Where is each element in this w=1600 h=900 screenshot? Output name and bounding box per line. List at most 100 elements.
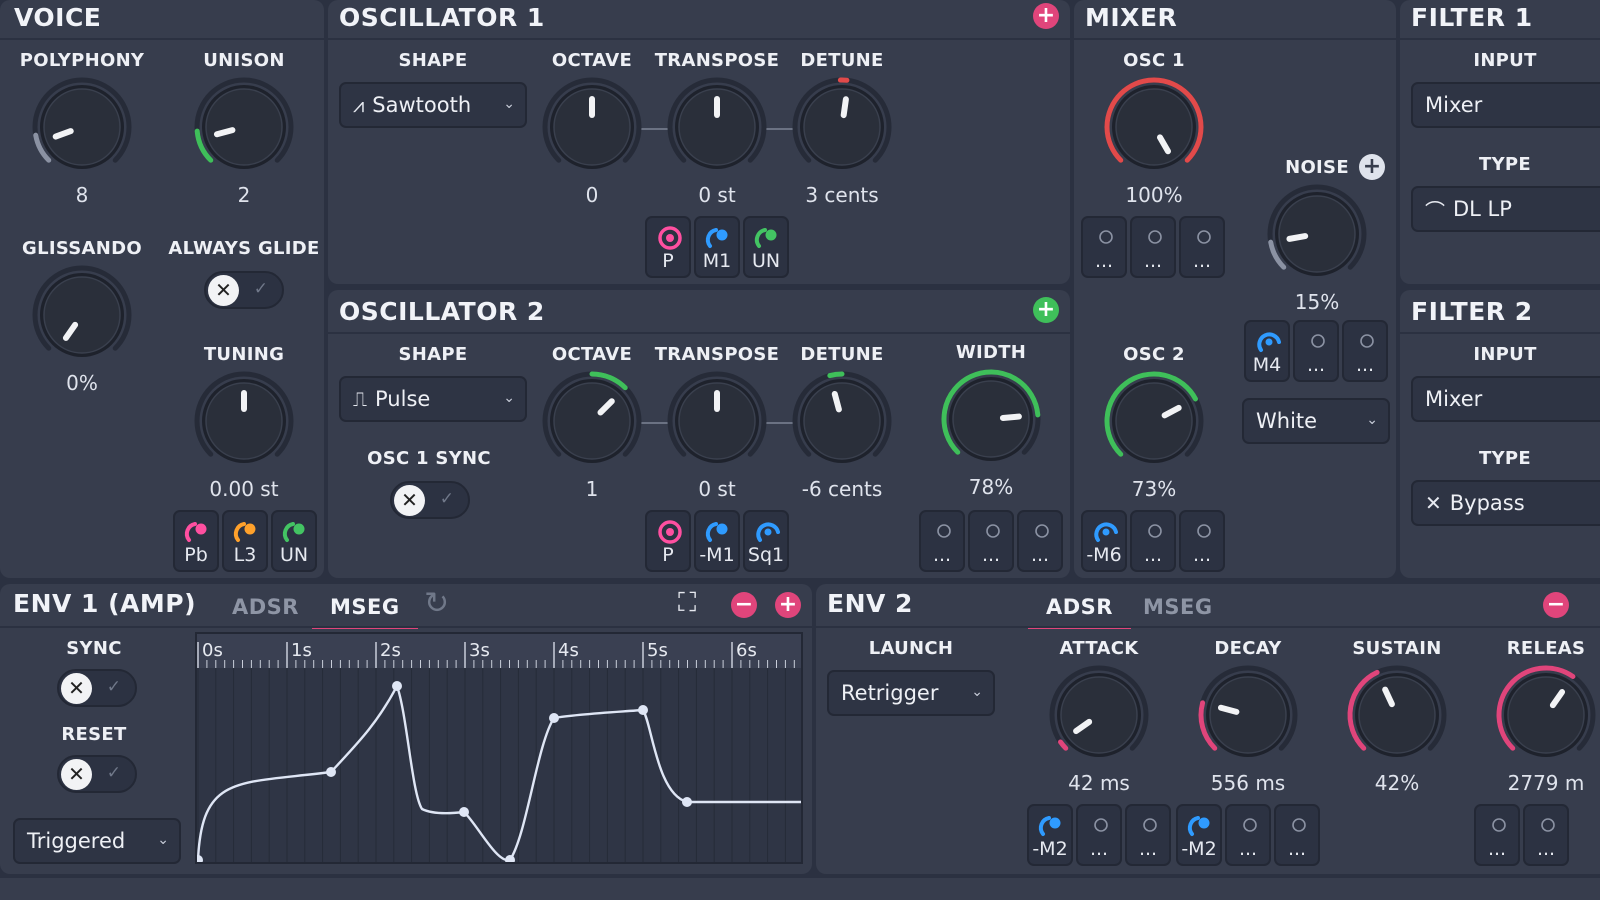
mod-ring-icon — [647, 520, 689, 544]
filter2-input-label: INPUT — [1473, 344, 1537, 365]
launch-select[interactable]: Retrigger ⌄ — [827, 670, 995, 716]
add-icon[interactable]: + — [1033, 3, 1059, 29]
tab-adsr[interactable]: ADSR — [1028, 595, 1131, 629]
mod-slot-sq1[interactable]: Sq1 — [743, 510, 789, 572]
add-noise-icon[interactable]: + — [1359, 154, 1385, 180]
mod-ring-icon — [1083, 520, 1125, 544]
mixer-osc2-value: 73% — [1131, 477, 1177, 501]
mod-slot-empty[interactable]: ... — [1017, 510, 1063, 572]
sync-toggle[interactable]: ✕ ✓ — [57, 669, 137, 707]
unison-knob[interactable] — [194, 77, 294, 177]
mod-slot-m1[interactable]: M1 — [694, 216, 740, 278]
mod-slot-empty[interactable]: ... — [1342, 320, 1388, 382]
mixer-osc2-knob[interactable] — [1104, 371, 1204, 471]
mod-slot-empty[interactable]: ... — [1125, 804, 1171, 866]
mod-slot-empty[interactable]: ... — [1130, 510, 1176, 572]
tab-adsr[interactable]: ADSR — [232, 595, 299, 619]
bypass-x-icon: ✕ — [1425, 491, 1442, 515]
mod-slot-empty[interactable]: ... — [1130, 216, 1176, 278]
noise-type-select[interactable]: White ⌄ — [1242, 398, 1390, 444]
mod-slot-m2[interactable]: -M2 — [1176, 804, 1222, 866]
mixer-osc1-knob[interactable] — [1104, 77, 1204, 177]
mod-slot-empty[interactable]: ... — [1474, 804, 1520, 866]
mod-slot-empty[interactable]: ... — [1179, 510, 1225, 572]
release-knob[interactable] — [1496, 665, 1596, 765]
remove-icon[interactable]: − — [1543, 592, 1569, 618]
osc2-octave-knob[interactable] — [542, 371, 642, 471]
osc1-shape-select[interactable]: ⩘ Sawtooth ⌄ — [339, 82, 527, 128]
noise-knob[interactable] — [1267, 184, 1367, 284]
oscillator1-panel: OSCILLATOR 1 + SHAPE ⩘ Sawtooth ⌄ OCTAVE 0… — [328, 0, 1070, 284]
check-icon: ✓ — [253, 279, 268, 299]
tab-mseg[interactable]: MSEG — [1143, 595, 1213, 619]
filter2-input-select[interactable]: Mixer — [1411, 376, 1600, 422]
timeline-label: 4s — [558, 640, 579, 661]
mod-slot-m2[interactable]: -M2 — [1027, 804, 1073, 866]
filter1-input-select[interactable]: Mixer — [1411, 82, 1600, 128]
osc2-shape-select[interactable]: ⎍ Pulse ⌄ — [339, 376, 527, 422]
release-value: 2779 m — [1507, 771, 1585, 795]
env1-mode-select[interactable]: Triggered ⌄ — [13, 818, 181, 864]
always-glide-toggle[interactable]: ✕ ✓ — [204, 271, 284, 309]
reset-toggle[interactable]: ✕ ✓ — [57, 755, 137, 793]
unison-value: 2 — [237, 183, 251, 207]
osc1-sync-toggle[interactable]: ✕ ✓ — [390, 481, 470, 519]
osc2-width-knob[interactable] — [941, 369, 1041, 469]
tab-mseg[interactable]: MSEG — [312, 595, 418, 629]
filter1-type-select[interactable]: ⌒ DL LP — [1411, 186, 1600, 232]
mseg-editor[interactable]: 0s 1s 2s 3s 4s 5s 6s — [193, 632, 804, 865]
mod-slot-empty[interactable]: ... — [1081, 216, 1127, 278]
osc2-transpose-knob[interactable] — [667, 371, 767, 471]
attack-knob[interactable] — [1049, 665, 1149, 765]
osc2-detune-knob[interactable] — [792, 371, 892, 471]
empty-slot-icon — [1078, 814, 1120, 838]
osc1-detune-knob[interactable] — [792, 77, 892, 177]
mod-slot-pb[interactable]: Pb — [173, 510, 219, 572]
empty-slot-icon — [1181, 520, 1223, 544]
glissando-knob[interactable] — [32, 265, 132, 365]
timeline-label: 2s — [380, 640, 401, 661]
mod-slot-empty[interactable]: ... — [1274, 804, 1320, 866]
mod-slot-empty[interactable]: ... — [1225, 804, 1271, 866]
mod-slot-un[interactable]: UN — [743, 216, 789, 278]
sync-label: SYNC — [66, 638, 122, 659]
reset-loop-icon[interactable]: ↻ — [424, 586, 449, 621]
add-icon[interactable]: + — [775, 592, 801, 618]
empty-slot-icon — [970, 520, 1012, 544]
mixer-osc1-value: 100% — [1125, 183, 1183, 207]
remove-icon[interactable]: − — [731, 592, 757, 618]
timeline-label: 5s — [647, 640, 668, 661]
mod-slot-empty[interactable]: ... — [1293, 320, 1339, 382]
polyphony-knob[interactable] — [32, 77, 132, 177]
reset-label: RESET — [61, 724, 127, 745]
mseg-curve[interactable] — [193, 634, 804, 865]
mod-slot-p[interactable]: P — [645, 216, 691, 278]
mod-slot-empty[interactable]: ... — [919, 510, 965, 572]
tuning-knob[interactable] — [194, 371, 294, 471]
mod-slot-un[interactable]: UN — [271, 510, 317, 572]
mod-slot-empty[interactable]: ... — [1076, 804, 1122, 866]
mod-slot-empty[interactable]: ... — [1179, 216, 1225, 278]
mod-slot-m1[interactable]: -M1 — [694, 510, 740, 572]
osc1-shape-label: SHAPE — [398, 50, 468, 71]
mixer-title: MIXER — [1085, 3, 1178, 32]
add-icon[interactable]: + — [1033, 297, 1059, 323]
osc1-octave-knob[interactable] — [542, 77, 642, 177]
osc1-transpose-label: TRANSPOSE — [654, 50, 780, 71]
mod-slot-empty[interactable]: ... — [1523, 804, 1569, 866]
expand-icon[interactable]: ⛶ — [678, 588, 696, 619]
mod-slot-m4[interactable]: M4 — [1244, 320, 1290, 382]
mod-ring-icon — [175, 520, 217, 544]
decay-knob[interactable] — [1198, 665, 1298, 765]
osc1-transpose-knob[interactable] — [667, 77, 767, 177]
mod-slot-empty[interactable]: ... — [968, 510, 1014, 572]
polyphony-label: POLYPHONY — [19, 50, 145, 71]
empty-slot-icon — [1344, 330, 1386, 354]
empty-slot-icon — [1525, 814, 1567, 838]
mod-slot-m6[interactable]: -M6 — [1081, 510, 1127, 572]
mod-slot-l3[interactable]: L3 — [222, 510, 268, 572]
filter2-type-select[interactable]: ✕ Bypass — [1411, 480, 1600, 526]
mod-slot-p[interactable]: P — [645, 510, 691, 572]
sustain-knob[interactable] — [1347, 665, 1447, 765]
tuning-value: 0.00 st — [209, 477, 279, 501]
